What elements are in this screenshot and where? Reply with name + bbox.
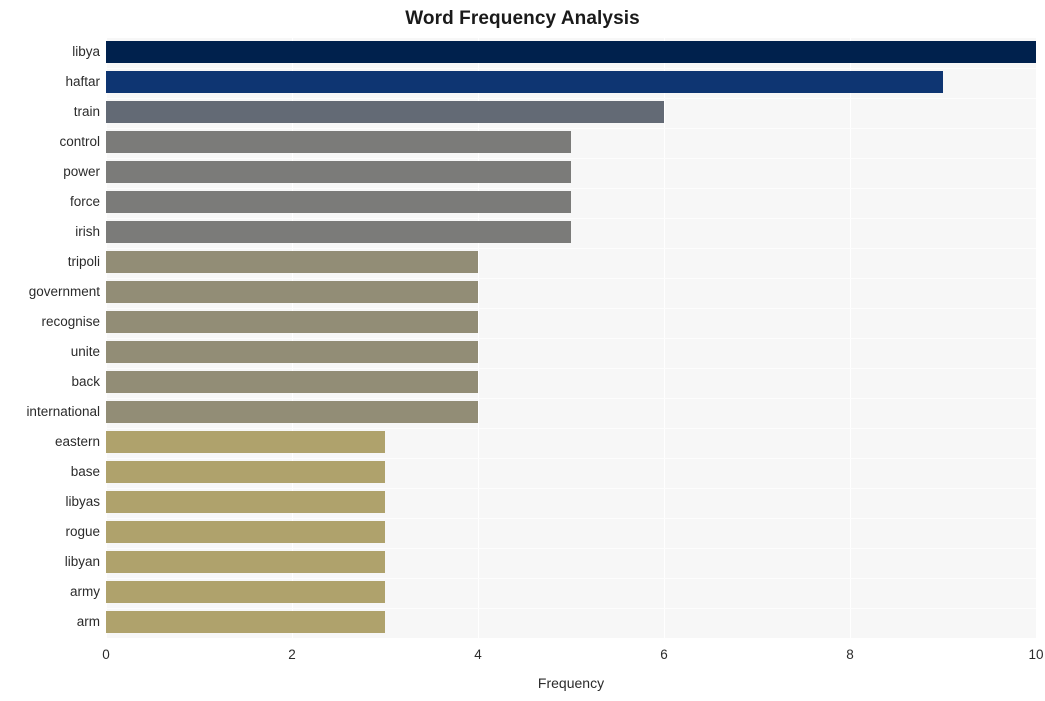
y-tick-label: haftar bbox=[65, 74, 100, 89]
bar-row[interactable] bbox=[106, 68, 1036, 97]
y-tick-label: libyan bbox=[64, 554, 100, 569]
y-tick-label: tripoli bbox=[67, 254, 100, 269]
y-tick-label: control bbox=[59, 134, 100, 149]
y-tick-label: international bbox=[26, 404, 100, 419]
bar-row[interactable] bbox=[106, 368, 1036, 397]
bar-row[interactable] bbox=[106, 548, 1036, 577]
bar[interactable] bbox=[106, 401, 478, 424]
chart-title: Word Frequency Analysis bbox=[405, 8, 640, 29]
bar-row[interactable] bbox=[106, 518, 1036, 547]
bar[interactable] bbox=[106, 581, 385, 604]
gridline-vertical bbox=[1036, 38, 1037, 638]
x-tick-label: 2 bbox=[288, 647, 296, 662]
bar-row[interactable] bbox=[106, 38, 1036, 67]
y-tick-label: libya bbox=[72, 44, 100, 59]
y-tick-label: base bbox=[70, 464, 100, 479]
x-tick-label: 6 bbox=[660, 647, 668, 662]
x-tick-label: 10 bbox=[1028, 647, 1044, 662]
y-tick-label: army bbox=[70, 584, 100, 599]
bar-row[interactable] bbox=[106, 278, 1036, 307]
bar[interactable] bbox=[106, 71, 943, 94]
bar-row[interactable] bbox=[106, 308, 1036, 337]
bar[interactable] bbox=[106, 431, 385, 454]
bar[interactable] bbox=[106, 551, 385, 574]
bar-row[interactable] bbox=[106, 458, 1036, 487]
bar-row[interactable] bbox=[106, 428, 1036, 457]
bar-row[interactable] bbox=[106, 578, 1036, 607]
bars-container bbox=[106, 38, 1036, 638]
bar-row[interactable] bbox=[106, 188, 1036, 217]
x-tick-label: 8 bbox=[846, 647, 854, 662]
bar-row[interactable] bbox=[106, 398, 1036, 427]
x-axis-label: Frequency bbox=[537, 675, 605, 691]
bar[interactable] bbox=[106, 371, 478, 394]
bar[interactable] bbox=[106, 191, 571, 214]
bar-row[interactable] bbox=[106, 98, 1036, 127]
bar-row[interactable] bbox=[106, 248, 1036, 277]
bar[interactable] bbox=[106, 161, 571, 184]
bar[interactable] bbox=[106, 251, 478, 274]
bar-row[interactable] bbox=[106, 218, 1036, 247]
bar[interactable] bbox=[106, 341, 478, 364]
y-tick-label: government bbox=[28, 284, 100, 299]
bar[interactable] bbox=[106, 101, 664, 124]
chart-figure: Word Frequency Analysis libya haftar train… bbox=[0, 0, 1045, 701]
y-tick-label: train bbox=[73, 104, 100, 119]
y-tick-label: force bbox=[69, 194, 100, 209]
y-tick-label: unite bbox=[70, 344, 100, 359]
bar-row[interactable] bbox=[106, 338, 1036, 367]
bar[interactable] bbox=[106, 461, 385, 484]
bar[interactable] bbox=[106, 41, 1036, 64]
y-tick-label: rogue bbox=[65, 524, 100, 539]
bar-row[interactable] bbox=[106, 158, 1036, 187]
y-tick-label: arm bbox=[76, 614, 100, 629]
y-tick-label: eastern bbox=[54, 434, 100, 449]
plot-area bbox=[106, 38, 1037, 638]
y-tick-label: libyas bbox=[65, 494, 100, 509]
bar[interactable] bbox=[106, 221, 571, 244]
bar[interactable] bbox=[106, 281, 478, 304]
y-tick-label: irish bbox=[75, 224, 100, 239]
y-tick-label: power bbox=[63, 164, 100, 179]
bar[interactable] bbox=[106, 521, 385, 544]
y-axis-tick-labels: libya haftar train control power force irish tr… bbox=[0, 38, 100, 638]
y-tick-label: back bbox=[71, 374, 100, 389]
bar-row[interactable] bbox=[106, 128, 1036, 157]
x-tick-label: 0 bbox=[102, 647, 110, 662]
bar[interactable] bbox=[106, 491, 385, 514]
bar[interactable] bbox=[106, 311, 478, 334]
bar[interactable] bbox=[106, 611, 385, 634]
x-tick-label: 4 bbox=[474, 647, 482, 662]
bar-row[interactable] bbox=[106, 488, 1036, 517]
bar-row[interactable] bbox=[106, 608, 1036, 637]
x-axis-tick-labels: 0 2 4 6 8 10 bbox=[0, 645, 1045, 667]
y-tick-label: recognise bbox=[41, 314, 100, 329]
bar[interactable] bbox=[106, 131, 571, 154]
